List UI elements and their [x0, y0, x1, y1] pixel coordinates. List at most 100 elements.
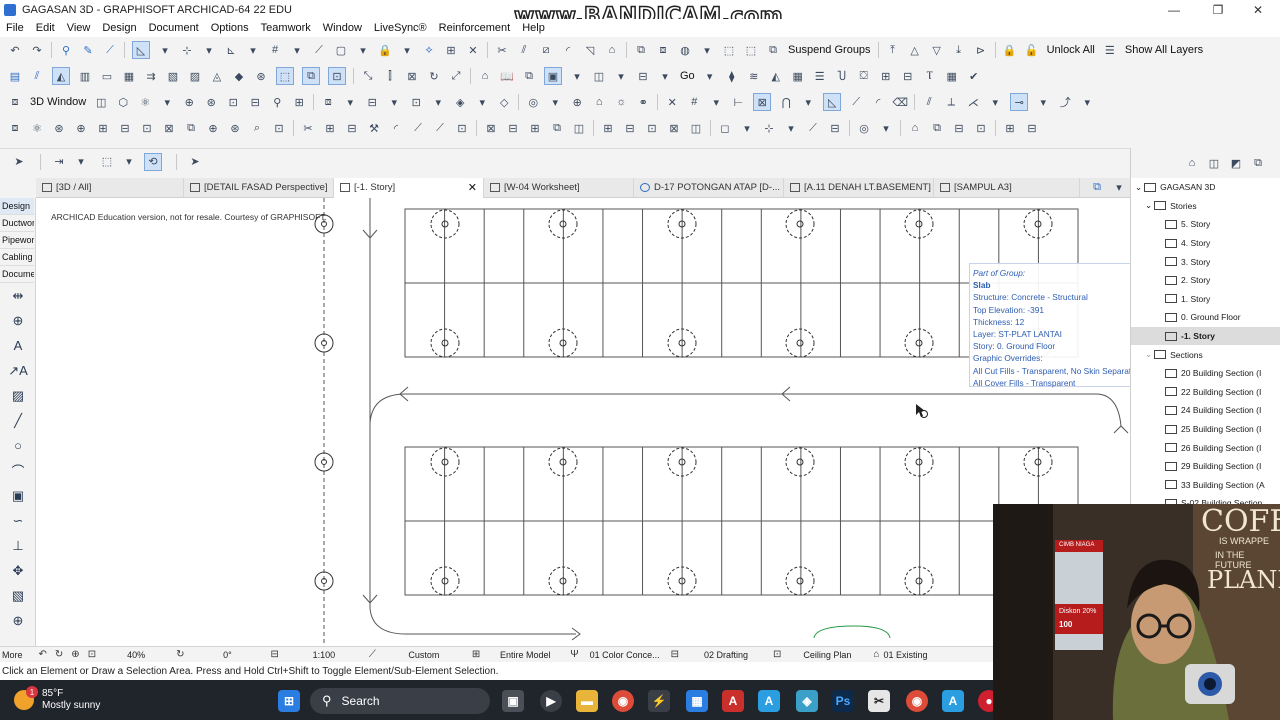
perpendicular-icon[interactable]: ⟂ [944, 95, 958, 109]
model-view-value[interactable]: Entire Model [484, 650, 566, 660]
selection-method-icon[interactable]: ⇥ [52, 155, 66, 169]
nav-story-item[interactable]: 0. Ground Floor [1131, 308, 1280, 327]
adjust-icon[interactable]: ◹ [583, 43, 597, 57]
grayed-tool-icon[interactable]: ⊠ [162, 121, 176, 135]
acrobat-icon[interactable]: A [722, 690, 744, 712]
polyline-tool-icon[interactable]: ⌒ [0, 458, 36, 483]
marquee-3d-icon[interactable]: ⊞ [292, 95, 306, 109]
chevron-down-icon[interactable]: ▾ [658, 69, 672, 83]
diamond-icon[interactable]: ◆ [232, 69, 246, 83]
close-button[interactable]: ✕ [1238, 0, 1278, 19]
grayed-tool-icon[interactable]: ◜ [389, 121, 403, 135]
maximize-button[interactable]: ❐ [1198, 0, 1238, 19]
nav-root[interactable]: ⌄ GAGASAN 3D [1131, 178, 1280, 197]
marquee-tool-icon[interactable]: ⧉ [302, 67, 320, 85]
align-icon[interactable]: ⊞ [444, 43, 458, 57]
hatch-tool-icon[interactable]: ▧ [166, 69, 180, 83]
project-map-icon[interactable]: ⌂ [1185, 156, 1199, 170]
walk-icon[interactable]: ⚲ [270, 95, 284, 109]
model-view-icon[interactable]: ⊞ [472, 649, 480, 660]
dimension-standard-value[interactable]: 02 Drafting [683, 650, 769, 660]
grayed-tool-icon[interactable]: ⌂ [908, 121, 922, 135]
chevron-down-icon[interactable]: ▾ [614, 69, 628, 83]
media-player-icon[interactable]: ▶ [540, 690, 562, 712]
menu-view[interactable]: View [67, 22, 91, 34]
start-button-icon[interactable]: ⊞ [278, 690, 300, 712]
object-tool-icon[interactable]: ⊛ [254, 69, 268, 83]
chevron-down-icon[interactable]: ▾ [343, 95, 357, 109]
zoom-level[interactable]: 40% [100, 650, 172, 660]
adjust-icon[interactable]: ⊟ [345, 121, 359, 135]
split-icon[interactable]: ⧄ [539, 43, 553, 57]
ortho-icon[interactable]: ⊢ [731, 95, 745, 109]
arc-method-icon[interactable]: ◜ [871, 95, 885, 109]
nav-story-item[interactable]: 5. Story [1131, 215, 1280, 234]
orbit-icon[interactable]: ⚛ [138, 95, 152, 109]
layout-icon[interactable]: ▢ [334, 43, 348, 57]
grayed-tool-icon[interactable]: ⚛ [30, 121, 44, 135]
edit-group-icon[interactable]: ◍ [678, 43, 692, 57]
sun-icon[interactable]: ☼ [614, 95, 628, 109]
chevron-down-icon[interactable]: ▾ [122, 155, 136, 169]
chevron-down-icon[interactable]: ▾ [356, 43, 370, 57]
spline-tool-icon[interactable]: ∽ [0, 508, 36, 533]
chevron-down-icon[interactable]: ▾ [709, 95, 723, 109]
toolbox-document[interactable]: Docume [0, 266, 34, 283]
grayed-tool-icon[interactable]: ⊠ [484, 121, 498, 135]
grayed-tool-icon[interactable]: ⊕ [206, 121, 220, 135]
dimension-standard-icon[interactable]: ⊟ [671, 649, 679, 660]
toolbox-pipework[interactable]: Pipewor [0, 232, 34, 249]
grayed-tool-icon[interactable]: ◎ [857, 121, 871, 135]
column-tool-icon[interactable]: ▥ [78, 69, 92, 83]
relative-construction-icon[interactable]: ⊠ [753, 93, 772, 111]
menu-help[interactable]: Help [522, 22, 545, 34]
solid-ops-icon[interactable]: ⧈ [321, 95, 335, 109]
grayed-tool-icon[interactable]: ⧉ [184, 121, 198, 135]
grayed-tool-icon[interactable]: ⊡ [645, 121, 659, 135]
special-snap-icon[interactable]: ⤴ [1058, 95, 1072, 109]
chevron-down-icon[interactable]: ▾ [1036, 95, 1050, 109]
grid-icon[interactable]: # [268, 43, 282, 57]
cutplane-icon[interactable]: ⊟ [248, 95, 262, 109]
cube-solid-icon[interactable]: ⬡ [116, 95, 130, 109]
dimension-icon[interactable]: ⇹ [0, 283, 36, 308]
chevron-down-icon[interactable]: ▾ [801, 95, 815, 109]
grayed-tool-icon[interactable]: ⊹ [762, 121, 776, 135]
elevation-icon[interactable]: ⊟ [636, 69, 650, 83]
unlock-icon[interactable]: 🔓 [1025, 43, 1039, 57]
3d-window-label[interactable]: 3D Window [30, 96, 86, 108]
drawing-tool-icon[interactable]: ▣ [0, 483, 36, 508]
toolbox-cabling[interactable]: Cabling [0, 249, 34, 266]
mesh-tool-icon[interactable]: ◬ [210, 69, 224, 83]
find-select-icon[interactable]: ⧈ [8, 121, 22, 135]
chevron-down-icon[interactable]: ▾ [784, 121, 798, 135]
stretch-icon[interactable]: ⤢ [449, 69, 463, 83]
chevron-down-icon[interactable]: ▾ [290, 43, 304, 57]
chevron-down-icon[interactable]: ▾ [158, 43, 172, 57]
roof-tool-icon[interactable]: ◭ [52, 67, 70, 85]
snap-points-icon[interactable]: ⊾ [224, 43, 238, 57]
grayed-tool-icon[interactable]: ◫ [689, 121, 703, 135]
text-style-icon[interactable]: Ⲧ [923, 69, 937, 83]
grayed-tool-icon[interactable]: ⧉ [550, 121, 564, 135]
chrome-icon[interactable]: ◉ [612, 690, 634, 712]
grayed-tool-icon[interactable]: ⊕ [74, 121, 88, 135]
chrome-profile-icon[interactable]: ◉ [906, 690, 928, 712]
shortcut-icon[interactable]: ⚡ [648, 690, 670, 712]
chevron-down-icon[interactable]: ▾ [160, 95, 174, 109]
tab-denah-basement[interactable]: [A.11 DENAH LT.BASEMENT] [784, 177, 934, 198]
fill-tool-icon[interactable]: ▨ [0, 383, 36, 408]
send-to-back-icon[interactable]: ⤓ [952, 43, 966, 57]
chevron-down-icon[interactable]: ⌄ [1145, 200, 1152, 211]
profile-icon[interactable]: Ⴎ [835, 69, 849, 83]
grayed-tool-icon[interactable]: ⌕ [250, 121, 264, 135]
nav-section-item[interactable]: 33 Building Section (A [1131, 476, 1280, 495]
calculator-icon[interactable]: ▦ [686, 690, 708, 712]
zoom-refresh-icon[interactable]: ↻ [55, 649, 63, 660]
lock-icon[interactable]: 🔒 [378, 43, 392, 57]
tab-sampul[interactable]: [SAMPUL A3] [934, 177, 1080, 198]
chevron-down-icon[interactable]: ▾ [387, 95, 401, 109]
composite-icon[interactable]: ⊞ [879, 69, 893, 83]
layout-book-icon[interactable]: ◩ [1229, 156, 1243, 170]
chevron-down-icon[interactable]: ▾ [400, 43, 414, 57]
